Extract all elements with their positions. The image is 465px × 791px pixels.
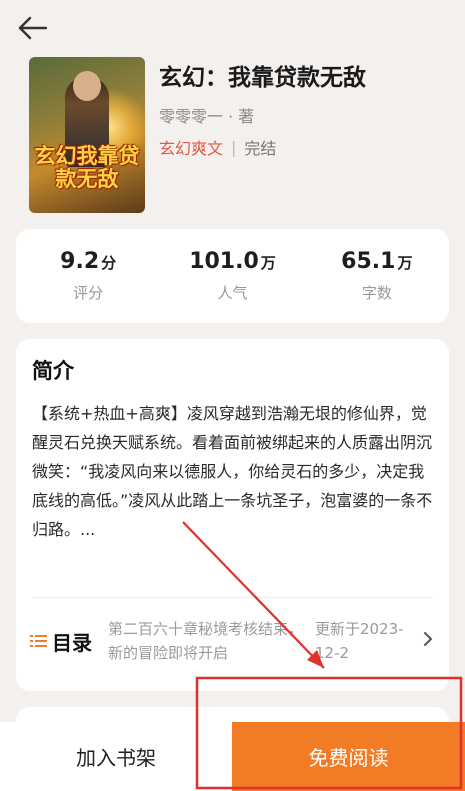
free-read-button[interactable]: 免费阅读 [232,722,465,791]
divider [32,597,433,598]
book-tags: 玄幻爽文 | 完结 [159,135,276,159]
stat-popularity: 101.0 万 人气 [160,229,304,323]
list-icon [30,635,47,647]
cover-figure-head [73,71,101,101]
tag-separator: | [231,137,237,157]
stat-label: 人气 [217,284,248,302]
bottom-action-bar: 加入书架 免费阅读 [0,722,465,791]
stat-label: 评分 [73,284,104,302]
stat-label: 字数 [361,284,392,302]
status-tag: 完结 [244,139,277,158]
book-author: 零零零一 · 著 [159,107,255,126]
latest-chapter: 第二百六十章秘境考核结束，新的冒险即将开启 [108,620,303,662]
chevron-right-icon [424,632,432,646]
stat-unit: 分 [101,254,117,272]
intro-heading: 简介 [32,359,74,383]
stat-unit: 万 [260,254,276,272]
stat-value: 65.1 [341,249,396,274]
updated-date: 更新于2023-12-2 [315,620,404,662]
cover-title-art: 玄幻我靠贷款无敌 [34,144,140,191]
stat-value: 101.0 [189,249,259,274]
book-title: 玄幻：我靠贷款无敌 [159,65,366,91]
intro-text[interactable]: 【系统+热血+高爽】凌风穿越到浩瀚无垠的修仙界，觉醒灵石兑换天赋系统。看着面前被… [32,399,437,544]
stats-card: 9.2 分 评分 101.0 万 人气 65.1 万 字数 [16,229,449,323]
stat-unit: 万 [397,254,413,272]
stat-word-count: 65.1 万 字数 [305,229,449,323]
intro-card: 简介 【系统+热血+高爽】凌风穿越到浩瀚无垠的修仙界，觉醒灵石兑换天赋系统。看着… [16,339,449,691]
book-cover[interactable]: 玄幻我靠贷款无敌 [29,57,145,213]
add-to-shelf-button[interactable]: 加入书架 [0,722,232,791]
back-button[interactable] [14,10,50,46]
arrow-left-icon [18,16,47,40]
stat-value: 9.2 [60,249,100,274]
catalog-label: 目录 [52,630,92,655]
stat-rating: 9.2 分 评分 [16,229,160,323]
genre-tag[interactable]: 玄幻爽文 [159,135,223,159]
catalog-row[interactable]: 目录 第二百六十章秘境考核结束，新的冒险即将开启 更新于2023-12-2 [30,609,435,673]
